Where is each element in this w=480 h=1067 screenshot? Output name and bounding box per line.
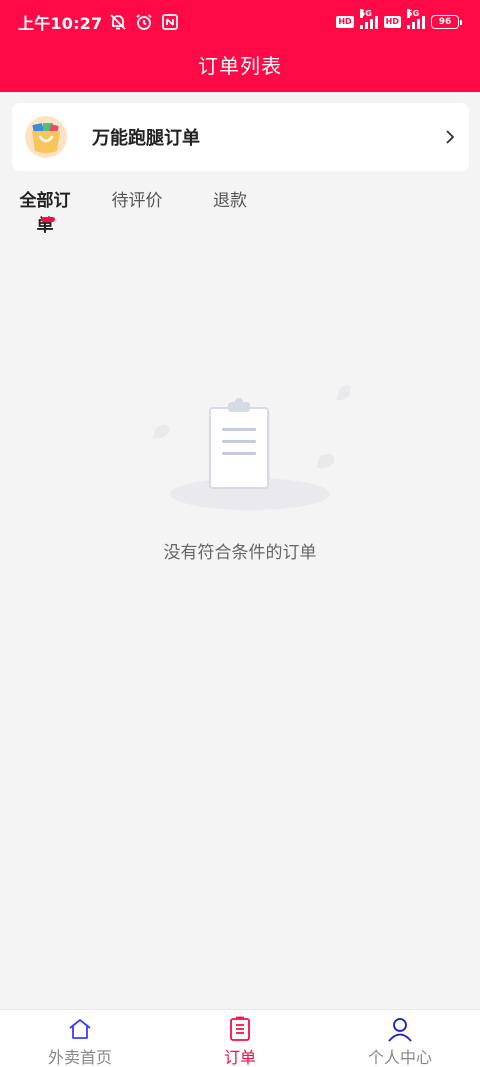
shopping-bag-icon [25, 116, 67, 158]
active-tab-indicator [41, 217, 55, 222]
clipboard-icon [152, 385, 351, 510]
empty-state-message: 没有符合条件的订单 [163, 543, 317, 563]
order-tabs: 全部订单 待评价 退款 [0, 186, 480, 236]
nav-home[interactable]: 外卖首页 [20, 1016, 140, 1067]
battery-level: 96 [438, 17, 452, 27]
tab-all-orders[interactable]: 全部订单 [12, 186, 78, 236]
alarm-icon [136, 14, 152, 30]
errand-orders-label: 万能跑腿订单 [92, 128, 200, 149]
nav-home-label: 外卖首页 [47, 1048, 112, 1067]
errand-orders-entry[interactable]: 万能跑腿订单 [12, 103, 469, 171]
bottom-nav: 外卖首页 订单 个人中心 [0, 1009, 480, 1067]
hd-badge-1: HD [336, 16, 354, 28]
chevron-right-icon [446, 130, 455, 144]
status-bar: 上午10:27 HD 5G HD 5G 96 [0, 0, 480, 44]
nav-profile[interactable]: 个人中心 [340, 1016, 460, 1067]
mute-bell-icon [110, 14, 126, 30]
hd-badge-2: HD [383, 16, 401, 28]
nav-profile-label: 个人中心 [367, 1048, 432, 1067]
signal-icon-1: 5G [359, 9, 378, 29]
tab-refund[interactable]: 退款 [211, 186, 249, 211]
status-time: 上午10:27 [18, 14, 103, 33]
page-title: 订单列表 [198, 54, 282, 78]
signal-icon-2: 5G [407, 9, 425, 29]
profile-icon [388, 1018, 412, 1042]
tab-pending-review[interactable]: 待评价 [110, 186, 164, 211]
app-header: 上午10:27 HD 5G HD 5G 96 订单列表 [0, 0, 480, 92]
nav-orders[interactable]: 订单 [180, 1016, 300, 1067]
nfc-icon [162, 14, 179, 30]
nav-orders-label: 订单 [223, 1048, 256, 1067]
battery-icon: 96 [431, 15, 462, 29]
order-list-icon [230, 1016, 250, 1041]
home-icon [69, 1019, 91, 1039]
